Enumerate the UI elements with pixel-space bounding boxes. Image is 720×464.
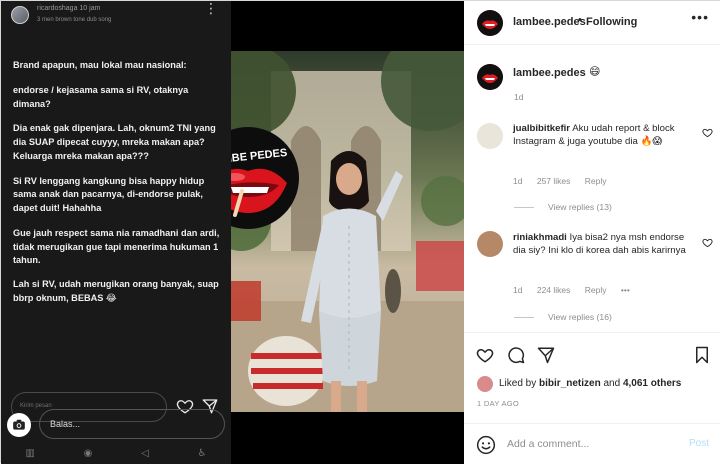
post-header: lambee.pedes • Following ••• (464, 1, 720, 45)
view-replies-label: View replies (16) (548, 312, 612, 322)
recent-apps-icon[interactable]: ▥ (25, 448, 34, 459)
caption-text: 😄 (589, 66, 601, 78)
comment-avatar[interactable] (477, 123, 503, 149)
lambe-pedes-logo: LAMBE PEDES (231, 127, 299, 229)
account-avatar[interactable] (477, 10, 503, 36)
liked-by-user[interactable]: bibir_netizen (539, 378, 601, 389)
screenshot-frame: ricardoshaga 10 jam 3 men brown tone dub… (0, 0, 720, 464)
reply-button[interactable]: Reply (585, 285, 607, 295)
story-message: Lah si RV, udah merugikan orang banyak, … (13, 278, 219, 303)
story-message: Dia enak gak dipenjara. Lah, oknum2 TNI … (13, 123, 216, 161)
accessibility-icon[interactable]: ♿ (198, 448, 207, 459)
comment-meta: 1d 257 likes Reply (513, 176, 619, 186)
story-message: Brand apapun, mau lokal mau nasional: (13, 60, 187, 70)
comment-text: jualbibitkefir Aku udah report & block I… (513, 122, 698, 148)
camera-button[interactable] (7, 413, 31, 437)
instagram-post-panel: lambee.pedes • Following ••• lambee.pede… (464, 1, 720, 464)
following-button[interactable]: Following (586, 16, 637, 28)
comment-meta: 1d 224 likes Reply ••• (513, 285, 642, 295)
story-reply-bar: Balas... ▥ ◉ ◁ ♿ (1, 407, 231, 464)
replies-divider (514, 317, 534, 319)
comment-likes[interactable]: 224 likes (537, 285, 571, 295)
comment-avatar[interactable] (477, 231, 503, 257)
comment-username[interactable]: riniakhmadi (513, 232, 567, 243)
camera-icon (13, 419, 25, 430)
story-panel: ricardoshaga 10 jam 3 men brown tone dub… (1, 1, 231, 464)
story-more-icon[interactable]: ⋮ (204, 1, 219, 17)
like-icon[interactable] (476, 346, 494, 364)
caption-username[interactable]: lambee.pedes (513, 67, 586, 79)
comment-text: riniakhmadi Iya bisa2 nya msh endorse di… (513, 231, 698, 257)
like-comment-icon[interactable] (702, 237, 713, 248)
post-comment-button[interactable]: Post (689, 438, 709, 449)
story-reply-placeholder: Balas... (50, 419, 81, 429)
comment-more-icon[interactable]: ••• (621, 285, 630, 295)
more-options-icon[interactable]: ••• (691, 9, 709, 25)
story-header: ricardoshaga 10 jam 3 men brown tone dub… (9, 1, 223, 28)
comment-username[interactable]: jualbibitkefir (513, 123, 570, 134)
caption-avatar[interactable] (477, 64, 503, 90)
comment-time: 1d (513, 176, 523, 186)
comment-likes[interactable]: 257 likes (537, 176, 571, 186)
post-date: 1 DAY AGO (477, 399, 520, 408)
story-message: endorse / kejasama sama si RV, otaknya d… (13, 85, 189, 109)
story-avatar[interactable] (11, 6, 29, 24)
story-music: 3 men brown tone dub song (37, 17, 112, 23)
story-username[interactable]: ricardoshaga 10 jam (37, 5, 100, 12)
story-reply-input[interactable]: Balas... (39, 409, 225, 439)
view-replies-link[interactable]: View replies (16) (514, 312, 612, 322)
share-icon[interactable] (537, 346, 555, 364)
lips-icon (477, 10, 503, 36)
lips-icon (477, 64, 503, 90)
post-photo (231, 51, 464, 412)
post-actions (464, 332, 720, 374)
home-icon[interactable]: ◉ (84, 448, 93, 459)
bookmark-icon[interactable] (693, 346, 711, 364)
view-replies-link[interactable]: View replies (13) (514, 202, 612, 212)
replies-divider (514, 207, 534, 209)
comment-icon[interactable] (507, 346, 525, 364)
post-media[interactable]: LAMBE PEDES (231, 1, 464, 464)
story-text-block: Brand apapun, mau lokal mau nasional: en… (13, 59, 221, 317)
android-nav-bar: ▥ ◉ ◁ ♿ (1, 443, 231, 464)
view-replies-label: View replies (13) (548, 202, 612, 212)
reply-button[interactable]: Reply (585, 176, 607, 186)
header-username[interactable]: lambee.pedes (513, 16, 586, 28)
liked-by-text: Liked by bibir_netizen and 4,061 others (499, 378, 681, 389)
header-separator: • (578, 14, 582, 26)
comment-time: 1d (513, 285, 523, 295)
add-comment-input[interactable]: Add a comment... (507, 438, 589, 450)
liked-by-middle: and (603, 378, 621, 389)
like-comment-icon[interactable] (702, 127, 713, 138)
back-icon[interactable]: ◁ (141, 448, 149, 459)
caption-time: 1d (514, 92, 524, 102)
liked-by-count[interactable]: 4,061 others (623, 378, 681, 389)
liker-avatar[interactable] (477, 376, 493, 392)
add-comment-bar: Add a comment... Post (464, 423, 720, 464)
emoji-icon[interactable] (476, 435, 496, 455)
story-message: Si RV lenggang kangkung bisa happy hidup… (13, 175, 205, 213)
story-message: Gue jauh respect sama nia ramadhani dan … (13, 228, 220, 266)
liked-by-prefix: Liked by (499, 378, 537, 389)
